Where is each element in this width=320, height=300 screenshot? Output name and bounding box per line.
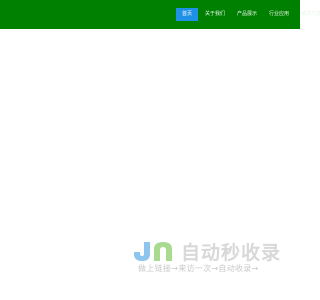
watermark-title: 自动秒收录 <box>181 242 282 264</box>
nav-item-products[interactable]: 产品展示 <box>232 8 262 21</box>
nav-item-solutions[interactable]: 解决方案 <box>296 8 320 21</box>
watermark-subtitle: 做上链接→来访一次→自动收录→ <box>138 264 259 273</box>
watermark: 自动秒收录 做上链接→来访一次→自动收录→ <box>126 238 286 278</box>
nav-item-home[interactable]: 首页 <box>176 8 199 21</box>
site-header: 首页 关于我们 产品展示 行业应用 解决方案 <box>0 0 320 29</box>
nav-item-industry[interactable]: 行业应用 <box>264 8 294 21</box>
nav-item-about[interactable]: 关于我们 <box>200 8 230 21</box>
main-nav: 首页 关于我们 产品展示 行业应用 解决方案 <box>176 8 320 21</box>
watermark-logo-icon <box>134 242 172 261</box>
page: 首页 关于我们 产品展示 行业应用 解决方案 自动秒收录 做上链接→来访一次→自… <box>0 0 320 300</box>
